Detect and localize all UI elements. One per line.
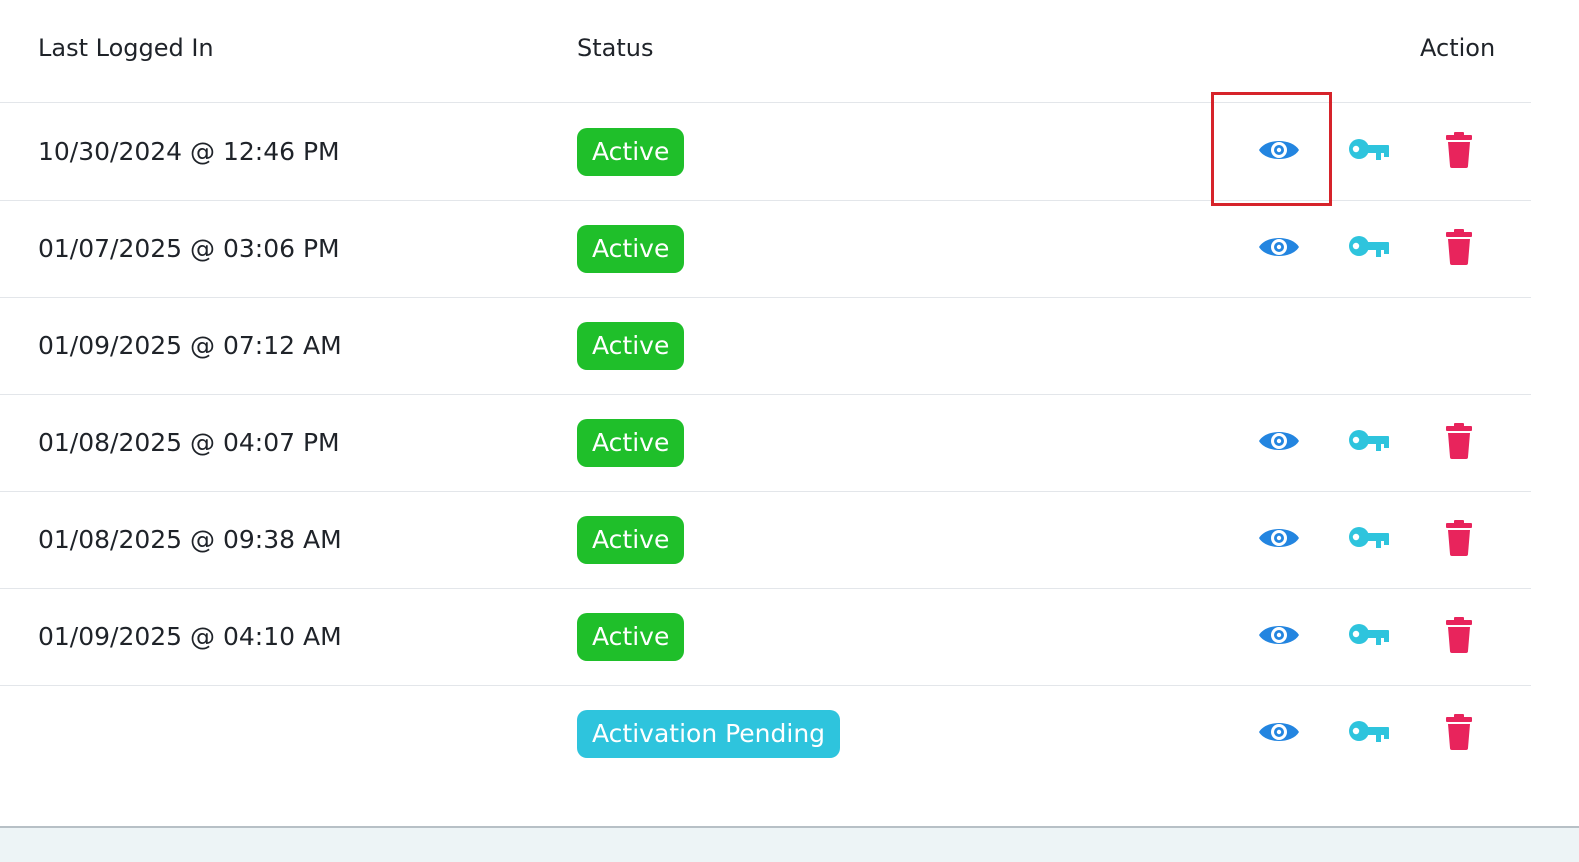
trash-icon [1445,617,1473,657]
last-logged-in-cell: 01/09/2025 @ 07:12 AM [38,331,342,360]
users-table-card: Last Logged In Status Action 10/30/2024 … [0,0,1579,828]
eye-icon [1258,427,1300,459]
eye-icon [1258,621,1300,653]
table-row: 01/08/2025 @ 09:38 AM Active [0,492,1531,589]
eye-icon [1258,524,1300,556]
reset-password-button[interactable] [1340,686,1398,782]
table-row: Activation Pending [0,686,1531,783]
view-button[interactable] [1250,492,1308,588]
column-header-action: Action [1420,34,1496,62]
eye-icon [1258,136,1300,168]
delete-button[interactable] [1430,395,1488,491]
table-row: 01/09/2025 @ 04:10 AM Active [0,589,1531,686]
key-icon [1348,428,1390,458]
last-logged-in-cell: 01/08/2025 @ 04:07 PM [38,428,340,457]
view-button[interactable] [1250,104,1308,200]
view-button[interactable] [1250,201,1308,297]
reset-password-button[interactable] [1340,589,1398,685]
reset-password-button[interactable] [1340,395,1398,491]
table-row: 01/09/2025 @ 07:12 AM Active [0,298,1531,395]
eye-icon [1258,233,1300,265]
view-button[interactable] [1250,589,1308,685]
key-icon [1348,137,1390,167]
status-badge: Active [577,516,685,564]
status-badge: Active [577,613,685,661]
reset-password-button[interactable] [1340,492,1398,588]
delete-button[interactable] [1430,201,1488,297]
last-logged-in-cell: 01/08/2025 @ 09:38 AM [38,525,342,554]
eye-icon [1258,718,1300,750]
view-button[interactable] [1250,686,1308,782]
delete-button[interactable] [1430,492,1488,588]
column-header-status[interactable]: Status [577,34,653,62]
reset-password-button[interactable] [1340,201,1398,297]
column-header-last-logged-in[interactable]: Last Logged In [38,34,214,62]
trash-icon [1445,132,1473,172]
last-logged-in-cell: 10/30/2024 @ 12:46 PM [38,137,340,166]
trash-icon [1445,229,1473,269]
status-badge: Active [577,322,685,370]
status-badge: Active [577,225,685,273]
page-footer-strip [0,826,1579,862]
table-row: 10/30/2024 @ 12:46 PM Active [0,104,1531,201]
delete-button[interactable] [1430,686,1488,782]
key-icon [1348,622,1390,652]
table-header: Last Logged In Status Action [0,0,1531,103]
table-body: 10/30/2024 @ 12:46 PM Active 01/07/2025 @ … [0,104,1531,783]
delete-button[interactable] [1430,589,1488,685]
trash-icon [1445,714,1473,754]
trash-icon [1445,423,1473,463]
table-row: 01/07/2025 @ 03:06 PM Active [0,201,1531,298]
table-row: 01/08/2025 @ 04:07 PM Active [0,395,1531,492]
reset-password-button[interactable] [1340,104,1398,200]
view-button[interactable] [1250,395,1308,491]
last-logged-in-cell: 01/09/2025 @ 04:10 AM [38,622,342,651]
trash-icon [1445,520,1473,560]
status-badge: Active [577,419,685,467]
key-icon [1348,234,1390,264]
delete-button[interactable] [1430,104,1488,200]
key-icon [1348,719,1390,749]
status-badge: Activation Pending [577,710,841,758]
last-logged-in-cell: 01/07/2025 @ 03:06 PM [38,234,340,263]
status-badge: Active [577,128,685,176]
key-icon [1348,525,1390,555]
